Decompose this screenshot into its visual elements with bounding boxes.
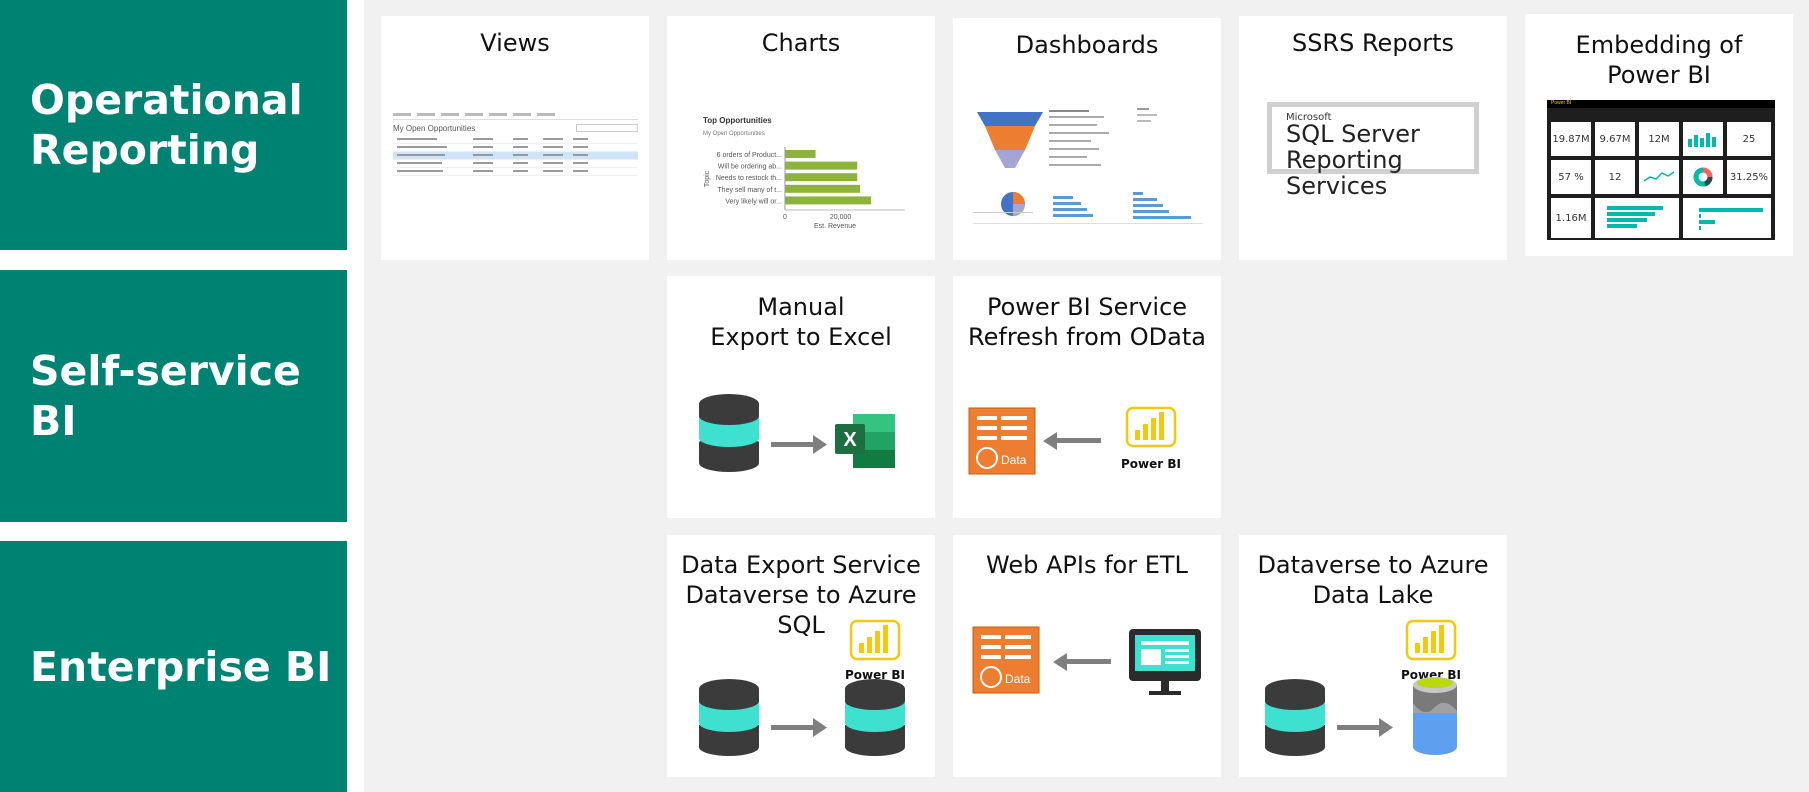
powerbi-dashboard-thumbnail: Power BI 19.87M 9.67M 12M 25 57 % 12 31.… xyxy=(1547,100,1775,240)
monitor-icon xyxy=(1129,629,1201,695)
kpi-tile: 57 % xyxy=(1551,160,1591,194)
powerbi-app-name: Power BI xyxy=(1551,100,1572,106)
kpi-tile: 12 xyxy=(1595,160,1635,194)
card-ssrs-reports[interactable]: SSRS Reports Microsoft SQL Server Report… xyxy=(1239,16,1507,260)
kpi-tile: 12M xyxy=(1639,122,1679,156)
chart-subtitle: My Open Opportunities xyxy=(703,131,765,137)
data-lake-diagram: Power BI xyxy=(1265,619,1461,756)
database-icon xyxy=(699,679,759,756)
data-export-diagram: Power BI xyxy=(699,619,905,756)
chart-category-label: 6 orders of Product... xyxy=(717,152,782,159)
chart-category-label: Will be ordering ab... xyxy=(718,164,782,171)
azure-data-lake-icon xyxy=(1413,677,1457,755)
web-apis-diagram: Data xyxy=(972,626,1201,695)
chart-category-label: They sell many of t... xyxy=(717,187,782,194)
powerbi-icon: Power BI xyxy=(1401,619,1461,682)
bar-chart-tile xyxy=(1683,198,1771,238)
card-data-export-service[interactable]: Data Export Service Dataverse to Azure S… xyxy=(667,535,935,777)
top-opportunities-chart: Top Opportunities My Open Opportunities … xyxy=(703,116,905,230)
chart-title: Top Opportunities xyxy=(703,116,772,125)
pie-slice-purple xyxy=(1013,204,1025,216)
views-toolbar xyxy=(393,111,638,120)
card-manual-export-excel[interactable]: Manual Export to Excel X xyxy=(667,276,935,518)
card-views[interactable]: Views My Open Opportunities xyxy=(381,16,649,260)
chart-bar xyxy=(785,173,858,182)
kpi-tile: 25 xyxy=(1727,122,1771,156)
chart-x-tick-label: 0 xyxy=(783,214,787,221)
ssrs-logo-text: SQL Server Reporting Services xyxy=(1286,120,1420,200)
row-label-self-service-bi: Self-service BI xyxy=(0,270,347,522)
chart-category-label: Needs to restock th... xyxy=(716,175,782,182)
card-title: Embedding of Power BI xyxy=(1575,31,1743,89)
chart-y-axis-label: Topic xyxy=(704,170,711,187)
chart-bar xyxy=(785,184,860,193)
card-web-apis-etl[interactable]: Web APIs for ETL Data xyxy=(953,535,1221,777)
data-label: Data xyxy=(1001,453,1027,467)
ssrs-logo: Microsoft SQL Server Reporting Services xyxy=(1267,102,1479,199)
chart-x-tick-label: 20,000 xyxy=(830,214,852,221)
chart-bar xyxy=(785,196,872,205)
excel-icon: X xyxy=(835,414,895,468)
chart-x-axis-label: Est. Revenue xyxy=(814,223,856,230)
odata-refresh-diagram: Data Power BI xyxy=(968,406,1181,475)
card-dataverse-data-lake[interactable]: Dataverse to Azure Data Lake Power BI xyxy=(1239,535,1507,777)
chart-bar xyxy=(785,161,858,170)
kpi-donut-tile xyxy=(1683,160,1723,194)
chart-category-label: Very likely will or... xyxy=(725,198,782,205)
azure-sql-database-icon xyxy=(845,679,905,756)
row-label-enterprise-bi: Enterprise BI xyxy=(0,541,347,792)
manual-export-diagram: X xyxy=(699,394,895,472)
funnel-stage-1 xyxy=(977,112,1043,126)
card-dashboards[interactable]: Dashboards xyxy=(953,18,1221,260)
card-embedding-power-bi[interactable]: Embedding of Power BI Power BI 19.87M 9.… xyxy=(1525,14,1793,256)
card-charts[interactable]: Charts Top Opportunities My Open Opportu… xyxy=(667,16,935,260)
database-icon xyxy=(1265,679,1325,756)
arrow-right-icon xyxy=(1337,718,1393,737)
kpi-tile: 9.67M xyxy=(1595,122,1635,156)
card-powerbi-refresh-odata[interactable]: Power BI Service Refresh from OData Data… xyxy=(953,276,1221,518)
kpi-tile: 31.25% xyxy=(1727,160,1771,194)
chart-bar xyxy=(785,150,816,158)
card-title: SSRS Reports xyxy=(1291,29,1455,57)
powerbi-icon: Power BI xyxy=(845,619,905,682)
views-list-thumbnail: My Open Opportunities xyxy=(393,111,638,176)
excel-letter: X xyxy=(843,429,857,451)
capabilities-grid: Views My Open Opportunities Charts Top O… xyxy=(364,0,1809,792)
data-label: Data xyxy=(1005,672,1031,686)
arrow-right-icon xyxy=(771,435,827,454)
arrow-right-icon xyxy=(771,718,827,737)
kpi-tile: 1.16M xyxy=(1551,198,1591,238)
powerbi-icon: Power BI xyxy=(1121,406,1181,471)
funnel-stage-3 xyxy=(995,150,1025,168)
bar-chart-tile xyxy=(1595,198,1679,238)
views-search-box xyxy=(576,124,638,132)
database-icon xyxy=(699,394,759,472)
card-title: Views xyxy=(480,29,550,57)
kpi-line-tile xyxy=(1639,160,1679,194)
arrow-left-icon xyxy=(1043,432,1101,450)
row-label-operational-reporting: Operational Reporting xyxy=(0,0,347,250)
kpi-tile: 19.87M xyxy=(1551,122,1591,156)
powerbi-caption: Power BI xyxy=(1121,457,1181,471)
kpi-chart-tile xyxy=(1683,122,1723,156)
data-report-icon: Data xyxy=(972,626,1040,694)
views-list-title: My Open Opportunities xyxy=(393,124,476,133)
data-report-icon: Data xyxy=(968,407,1036,475)
dashboard-thumbnail xyxy=(973,108,1203,224)
pie-slice-orange xyxy=(1013,192,1025,204)
funnel-stage-2 xyxy=(985,126,1035,150)
arrow-left-icon xyxy=(1053,653,1111,671)
